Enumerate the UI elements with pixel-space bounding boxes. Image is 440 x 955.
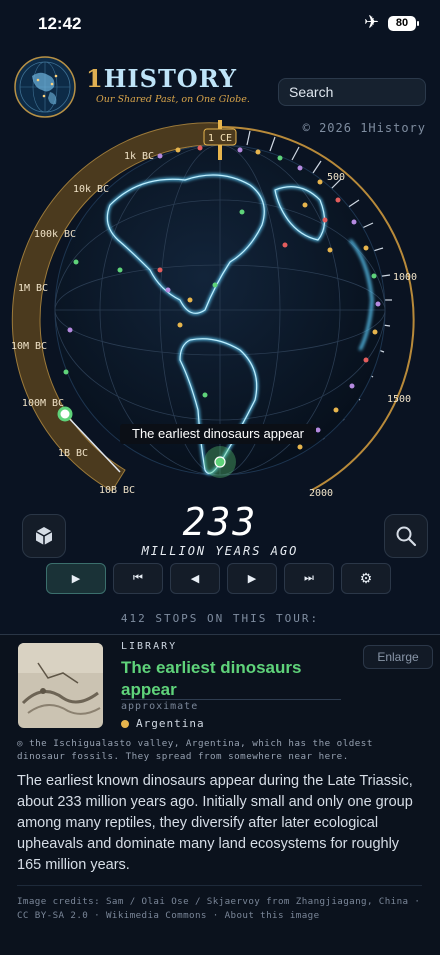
last-stop-button[interactable]: ⏭ <box>284 563 334 594</box>
timeline-label: 10M BC <box>11 341 47 352</box>
play-icon: ▶ <box>71 573 81 585</box>
airplane-mode-icon: ✈ <box>364 12 380 32</box>
search-button[interactable] <box>384 514 428 558</box>
event-tooltip: The earliest dinosaurs appear <box>120 424 316 444</box>
timeline-position-handle[interactable] <box>57 406 73 422</box>
event-detail-card: LIBRARY The earliest dinosaurs appear ap… <box>0 634 440 955</box>
step-forward-icon: ▶ <box>247 573 257 585</box>
settings-button[interactable]: ⚙ <box>341 563 391 594</box>
play-button[interactable]: ▶ <box>46 563 106 594</box>
timeline-label: 1k BC <box>124 151 154 162</box>
brand-name: HISTORY <box>103 64 238 93</box>
timeline-label: 1B BC <box>58 448 88 459</box>
image-caption: ◎ the Ischigualasto valley, Argentina, w… <box>17 738 373 762</box>
skip-end-icon: ⏭ <box>304 572 314 584</box>
globe-timeline[interactable]: 1 CE 1k BC 10k BC 100k BC 1M BC 10M BC 1… <box>0 120 440 520</box>
tour-stops-label: 412 STOPS ON THIS TOUR: <box>120 612 320 625</box>
timeline-label: 10k BC <box>73 184 109 195</box>
brand-logo[interactable]: 1HISTORY <box>86 64 237 93</box>
timeline-label: 1M BC <box>18 283 48 294</box>
playback-controls: ▶ ⏮ ◀ ▶ ⏭ ⚙ <box>46 563 391 594</box>
enlarge-button[interactable]: Enlarge <box>363 645 433 669</box>
date-precision: approximate <box>121 701 199 712</box>
image-credits[interactable]: Image credits: Sam / Olai Ose / Skjaervo… <box>17 895 427 923</box>
card-category: LIBRARY <box>121 641 178 652</box>
time-unit: MILLION YEARS AGO <box>141 544 299 558</box>
status-bar: 12:42 ✈ 80 <box>0 0 440 50</box>
title-divider <box>121 699 341 700</box>
card-location: Argentina <box>121 717 205 730</box>
fossil-thumbnail[interactable] <box>18 643 103 728</box>
timeline-label: 500 <box>327 172 345 183</box>
timeline-label: 100M BC <box>22 398 64 409</box>
timeline-label: 1500 <box>387 394 411 405</box>
status-time: 12:42 <box>38 14 82 33</box>
previous-button[interactable]: ◀ <box>170 563 220 594</box>
brand-tagline: Our Shared Past, on One Globe. <box>96 94 250 105</box>
card-description: The earliest known dinosaurs appear duri… <box>17 773 413 873</box>
location-dot-icon <box>121 720 129 728</box>
first-stop-button[interactable]: ⏮ <box>113 563 163 594</box>
gear-icon: ⚙ <box>359 570 373 586</box>
card-title: The earliest dinosaurs appear <box>121 658 302 699</box>
skip-start-icon: ⏮ <box>133 572 143 584</box>
brand-one: 1 <box>86 64 104 93</box>
battery-icon: 80 <box>388 16 419 31</box>
timeline-label: 2000 <box>309 488 333 499</box>
logo-globe-icon[interactable] <box>12 54 78 120</box>
time-value: 233 <box>182 500 258 544</box>
timeline-center-label: 1 CE <box>208 133 232 144</box>
timeline-label: 100k BC <box>34 229 76 240</box>
next-button[interactable]: ▶ <box>227 563 277 594</box>
location-text: Argentina <box>136 717 205 730</box>
search-input[interactable]: Search <box>278 78 426 106</box>
step-back-icon: ◀ <box>190 573 200 585</box>
selected-event-marker[interactable] <box>214 456 226 468</box>
credits-divider <box>17 885 422 886</box>
timeline-label: 1000 <box>393 272 417 283</box>
search-icon <box>396 526 417 547</box>
timeline-label: 10B BC <box>99 485 135 496</box>
